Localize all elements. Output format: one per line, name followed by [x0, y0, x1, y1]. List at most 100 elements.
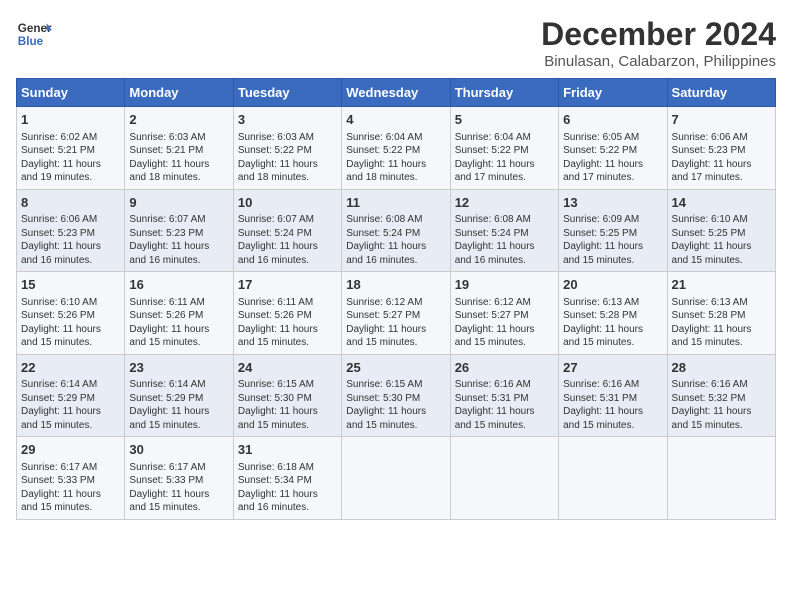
day-info: Sunrise: 6:07 AM Sunset: 5:23 PM Dayligh…	[129, 213, 228, 267]
day-info: Sunrise: 6:15 AM Sunset: 5:30 PM Dayligh…	[346, 378, 445, 432]
day-cell: 26Sunrise: 6:16 AM Sunset: 5:31 PM Dayli…	[450, 354, 558, 437]
day-number: 5	[455, 111, 554, 129]
day-cell: 2 Sunrise: 6:03 AM Sunset: 5:21 PM Daylig…	[125, 107, 233, 190]
day-info: Sunrise: 6:17 AM Sunset: 5:33 PM Dayligh…	[21, 461, 120, 515]
day-number: 6	[563, 111, 662, 129]
day-info: Sunrise: 6:06 AM Sunset: 5:23 PM Dayligh…	[21, 213, 120, 267]
day-cell: 28Sunrise: 6:16 AM Sunset: 5:32 PM Dayli…	[667, 354, 775, 437]
logo: General Blue	[16, 16, 52, 52]
day-cell: 14Sunrise: 6:10 AM Sunset: 5:25 PM Dayli…	[667, 189, 775, 272]
day-info: Sunrise: 6:04 AM Sunset: 5:22 PM Dayligh…	[346, 131, 445, 185]
day-cell	[450, 437, 558, 520]
day-info: Sunrise: 6:14 AM Sunset: 5:29 PM Dayligh…	[21, 378, 120, 432]
col-header-sunday: Sunday	[17, 79, 125, 107]
day-number: 17	[238, 276, 337, 294]
day-cell: 15Sunrise: 6:10 AM Sunset: 5:26 PM Dayli…	[17, 272, 125, 355]
day-info: Sunrise: 6:04 AM Sunset: 5:22 PM Dayligh…	[455, 131, 554, 185]
day-number: 12	[455, 194, 554, 212]
day-info: Sunrise: 6:13 AM Sunset: 5:28 PM Dayligh…	[563, 296, 662, 350]
day-number: 31	[238, 441, 337, 459]
day-cell: 4 Sunrise: 6:04 AM Sunset: 5:22 PM Daylig…	[342, 107, 450, 190]
day-number: 22	[21, 359, 120, 377]
day-cell: 9Sunrise: 6:07 AM Sunset: 5:23 PM Daylig…	[125, 189, 233, 272]
day-number: 2	[129, 111, 228, 129]
day-number: 4	[346, 111, 445, 129]
day-cell: 16Sunrise: 6:11 AM Sunset: 5:26 PM Dayli…	[125, 272, 233, 355]
day-info: Sunrise: 6:08 AM Sunset: 5:24 PM Dayligh…	[346, 213, 445, 267]
day-cell: 10Sunrise: 6:07 AM Sunset: 5:24 PM Dayli…	[233, 189, 341, 272]
day-cell: 24Sunrise: 6:15 AM Sunset: 5:30 PM Dayli…	[233, 354, 341, 437]
day-info: Sunrise: 6:16 AM Sunset: 5:31 PM Dayligh…	[455, 378, 554, 432]
col-header-saturday: Saturday	[667, 79, 775, 107]
day-cell	[342, 437, 450, 520]
day-info: Sunrise: 6:08 AM Sunset: 5:24 PM Dayligh…	[455, 213, 554, 267]
header: General Blue December 2024 Binulasan, Ca…	[16, 16, 776, 70]
col-header-tuesday: Tuesday	[233, 79, 341, 107]
day-cell: 11Sunrise: 6:08 AM Sunset: 5:24 PM Dayli…	[342, 189, 450, 272]
day-cell: 23Sunrise: 6:14 AM Sunset: 5:29 PM Dayli…	[125, 354, 233, 437]
header-row: SundayMondayTuesdayWednesdayThursdayFrid…	[17, 79, 776, 107]
day-number: 1	[21, 111, 120, 129]
day-cell: 13Sunrise: 6:09 AM Sunset: 5:25 PM Dayli…	[559, 189, 667, 272]
calendar-table: SundayMondayTuesdayWednesdayThursdayFrid…	[16, 78, 776, 520]
day-number: 19	[455, 276, 554, 294]
day-cell: 6 Sunrise: 6:05 AM Sunset: 5:22 PM Daylig…	[559, 107, 667, 190]
title-area: December 2024 Binulasan, Calabarzon, Phi…	[541, 16, 776, 70]
day-info: Sunrise: 6:07 AM Sunset: 5:24 PM Dayligh…	[238, 213, 337, 267]
day-info: Sunrise: 6:16 AM Sunset: 5:31 PM Dayligh…	[563, 378, 662, 432]
day-info: Sunrise: 6:17 AM Sunset: 5:33 PM Dayligh…	[129, 461, 228, 515]
logo-icon: General Blue	[16, 16, 52, 52]
day-info: Sunrise: 6:03 AM Sunset: 5:21 PM Dayligh…	[129, 131, 228, 185]
day-number: 26	[455, 359, 554, 377]
subtitle: Binulasan, Calabarzon, Philippines	[541, 53, 776, 70]
day-cell: 27Sunrise: 6:16 AM Sunset: 5:31 PM Dayli…	[559, 354, 667, 437]
day-info: Sunrise: 6:06 AM Sunset: 5:23 PM Dayligh…	[672, 131, 771, 185]
day-info: Sunrise: 6:05 AM Sunset: 5:22 PM Dayligh…	[563, 131, 662, 185]
day-info: Sunrise: 6:10 AM Sunset: 5:25 PM Dayligh…	[672, 213, 771, 267]
day-cell: 7 Sunrise: 6:06 AM Sunset: 5:23 PM Daylig…	[667, 107, 775, 190]
day-cell: 17Sunrise: 6:11 AM Sunset: 5:26 PM Dayli…	[233, 272, 341, 355]
day-info: Sunrise: 6:03 AM Sunset: 5:22 PM Dayligh…	[238, 131, 337, 185]
day-cell: 31 Sunrise: 6:18 AM Sunset: 5:34 PM Dayli…	[233, 437, 341, 520]
week-row-4: 22Sunrise: 6:14 AM Sunset: 5:29 PM Dayli…	[17, 354, 776, 437]
day-number: 3	[238, 111, 337, 129]
week-row-5: 29 Sunrise: 6:17 AM Sunset: 5:33 PM Dayli…	[17, 437, 776, 520]
day-number: 7	[672, 111, 771, 129]
col-header-monday: Monday	[125, 79, 233, 107]
day-cell: 5 Sunrise: 6:04 AM Sunset: 5:22 PM Daylig…	[450, 107, 558, 190]
day-cell: 19Sunrise: 6:12 AM Sunset: 5:27 PM Dayli…	[450, 272, 558, 355]
day-cell: 8Sunrise: 6:06 AM Sunset: 5:23 PM Daylig…	[17, 189, 125, 272]
day-cell: 12Sunrise: 6:08 AM Sunset: 5:24 PM Dayli…	[450, 189, 558, 272]
day-number: 13	[563, 194, 662, 212]
day-info: Sunrise: 6:15 AM Sunset: 5:30 PM Dayligh…	[238, 378, 337, 432]
day-cell: 22Sunrise: 6:14 AM Sunset: 5:29 PM Dayli…	[17, 354, 125, 437]
day-cell	[559, 437, 667, 520]
day-number: 11	[346, 194, 445, 212]
day-info: Sunrise: 6:14 AM Sunset: 5:29 PM Dayligh…	[129, 378, 228, 432]
day-cell: 1 Sunrise: 6:02 AM Sunset: 5:21 PM Daylig…	[17, 107, 125, 190]
day-cell: 25Sunrise: 6:15 AM Sunset: 5:30 PM Dayli…	[342, 354, 450, 437]
day-info: Sunrise: 6:18 AM Sunset: 5:34 PM Dayligh…	[238, 461, 337, 515]
day-cell: 21Sunrise: 6:13 AM Sunset: 5:28 PM Dayli…	[667, 272, 775, 355]
svg-text:Blue: Blue	[18, 35, 44, 48]
day-number: 8	[21, 194, 120, 212]
week-row-3: 15Sunrise: 6:10 AM Sunset: 5:26 PM Dayli…	[17, 272, 776, 355]
day-cell: 20Sunrise: 6:13 AM Sunset: 5:28 PM Dayli…	[559, 272, 667, 355]
col-header-friday: Friday	[559, 79, 667, 107]
day-cell: 30Sunrise: 6:17 AM Sunset: 5:33 PM Dayli…	[125, 437, 233, 520]
day-info: Sunrise: 6:09 AM Sunset: 5:25 PM Dayligh…	[563, 213, 662, 267]
day-info: Sunrise: 6:10 AM Sunset: 5:26 PM Dayligh…	[21, 296, 120, 350]
col-header-thursday: Thursday	[450, 79, 558, 107]
day-info: Sunrise: 6:02 AM Sunset: 5:21 PM Dayligh…	[21, 131, 120, 185]
day-number: 9	[129, 194, 228, 212]
day-number: 28	[672, 359, 771, 377]
day-number: 16	[129, 276, 228, 294]
day-number: 27	[563, 359, 662, 377]
day-number: 18	[346, 276, 445, 294]
day-cell: 29 Sunrise: 6:17 AM Sunset: 5:33 PM Dayli…	[17, 437, 125, 520]
main-title: December 2024	[541, 16, 776, 53]
day-info: Sunrise: 6:13 AM Sunset: 5:28 PM Dayligh…	[672, 296, 771, 350]
day-cell	[667, 437, 775, 520]
col-header-wednesday: Wednesday	[342, 79, 450, 107]
day-number: 29	[21, 441, 120, 459]
